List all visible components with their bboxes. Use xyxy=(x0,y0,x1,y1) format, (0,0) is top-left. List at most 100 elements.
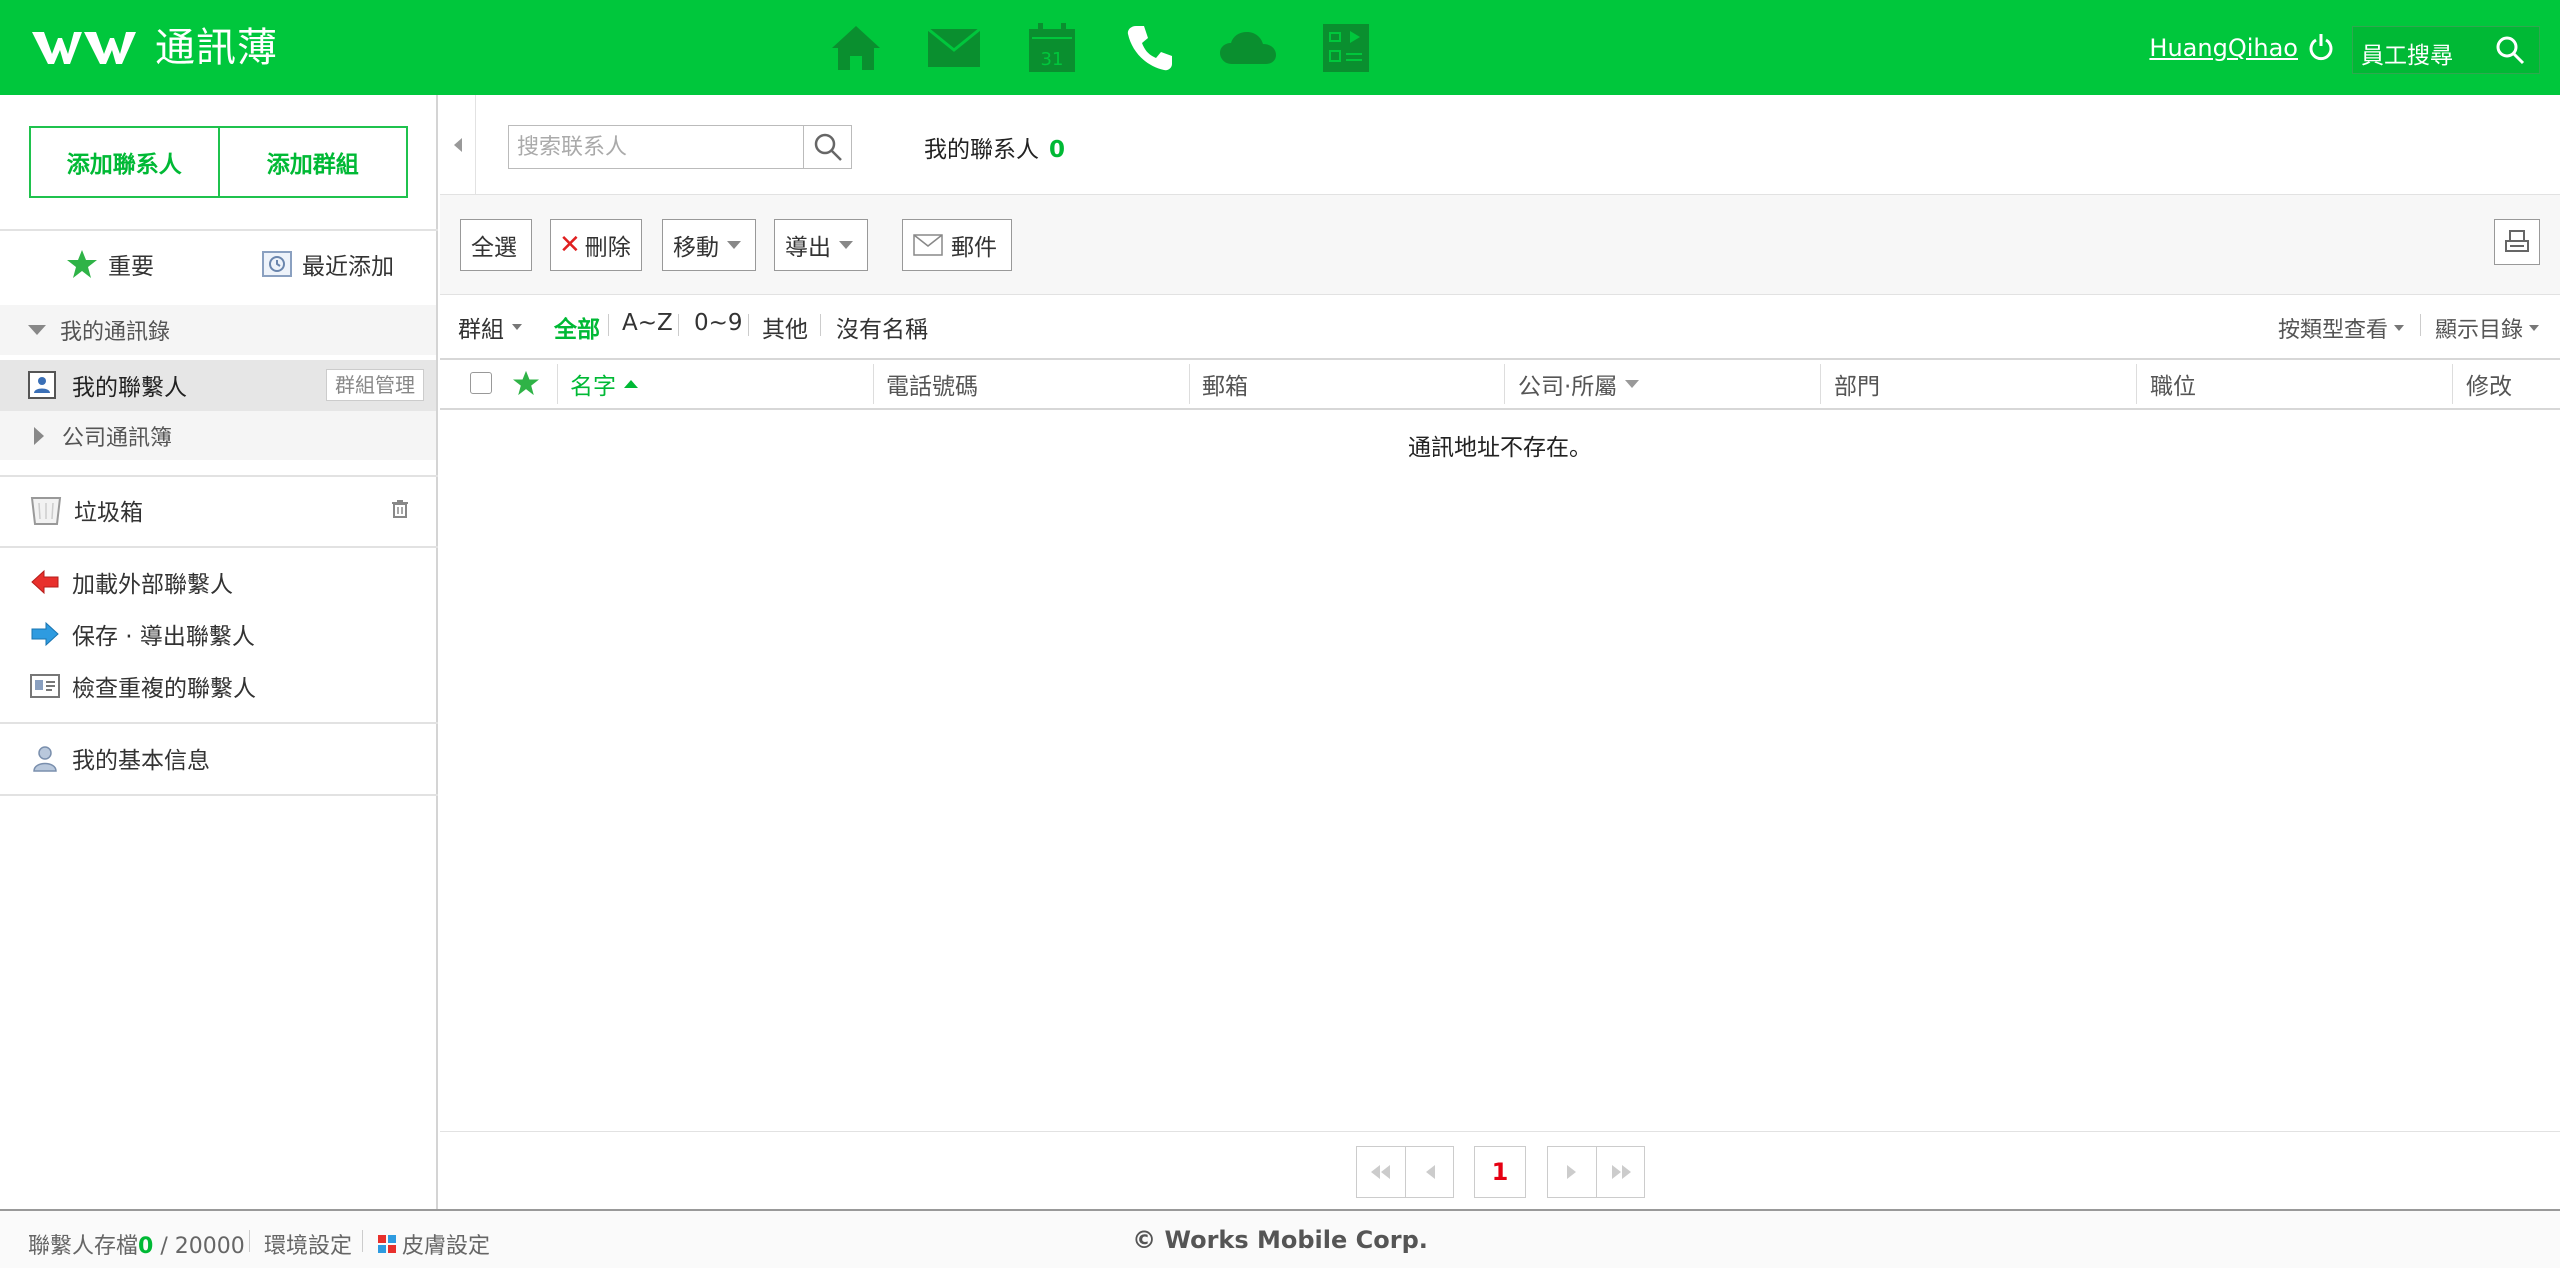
check-duplicate-contacts[interactable]: 檢查重複的聯繫人 xyxy=(30,669,256,703)
empty-trash-icon[interactable] xyxy=(390,499,410,523)
divider xyxy=(0,794,438,796)
column-separator xyxy=(1820,364,1821,404)
employee-search[interactable]: 員工搜尋 xyxy=(2352,26,2540,74)
recent-filter[interactable]: 最近添加 xyxy=(262,247,394,281)
add-contact-button[interactable]: 添加聯系人 xyxy=(31,128,220,196)
divider xyxy=(0,229,438,231)
group-filter-dropdown[interactable]: 群組 xyxy=(458,310,522,344)
user-icon xyxy=(33,746,57,772)
caret-down-icon xyxy=(727,241,741,249)
column-company-label: 公司·所屬 xyxy=(1518,374,1618,400)
column-position-header[interactable]: 職位 xyxy=(2138,360,2196,408)
table-header: 名字 電話號碼 郵箱 公司·所屬 部門 職位 修改 xyxy=(440,358,2560,410)
contact-search-input[interactable] xyxy=(509,126,804,168)
board-icon[interactable] xyxy=(1316,18,1376,78)
contact-search xyxy=(508,125,852,169)
next-page-button[interactable] xyxy=(1548,1147,1596,1197)
sidebar-item-trash[interactable]: 垃圾箱 xyxy=(30,493,143,527)
contact-card-icon xyxy=(28,371,56,399)
chevron-left-icon xyxy=(453,138,462,152)
home-icon[interactable] xyxy=(826,18,886,78)
column-company-header[interactable]: 公司·所屬 xyxy=(1506,360,1640,408)
sidebar-item-my-contacts[interactable]: 我的聯繫人 群組管理 xyxy=(0,360,436,410)
import-external-label: 加載外部聯繫人 xyxy=(72,572,233,598)
filter-az[interactable]: A~Z xyxy=(622,310,673,336)
username-link[interactable]: HuangQihao xyxy=(2149,30,2298,66)
important-label: 重要 xyxy=(108,254,154,280)
double-chevron-right-icon xyxy=(1611,1165,1631,1179)
export-dropdown[interactable]: 導出 xyxy=(774,219,868,271)
copyright: © Works Mobile Corp. xyxy=(1132,1226,1428,1254)
search-icon[interactable] xyxy=(2495,35,2527,67)
column-department-header[interactable]: 部門 xyxy=(1822,360,1880,408)
cloud-icon[interactable] xyxy=(1218,18,1278,78)
close-icon: ✕ xyxy=(559,230,581,260)
select-all-button[interactable]: 全選 xyxy=(460,219,532,271)
separator xyxy=(820,314,821,336)
filter-all[interactable]: 全部 xyxy=(554,310,600,344)
clock-icon xyxy=(262,251,292,277)
column-email-header[interactable]: 郵箱 xyxy=(1190,360,1248,408)
phone-icon[interactable] xyxy=(1120,18,1180,78)
company-book-label: 公司通訊簿 xyxy=(62,425,173,451)
chevron-down-icon xyxy=(28,325,46,335)
page-title: 我的聯系人 0 xyxy=(924,130,1065,164)
pager-next-group xyxy=(1547,1146,1645,1198)
view-by-type-dropdown[interactable]: 按類型查看 xyxy=(2278,312,2405,344)
search-icon xyxy=(814,133,842,161)
sidebar-collapse-toggle[interactable] xyxy=(440,95,476,195)
separator xyxy=(2420,314,2421,336)
current-page[interactable]: 1 xyxy=(1474,1146,1526,1198)
column-separator xyxy=(1504,364,1505,404)
filter-other[interactable]: 其他 xyxy=(762,310,808,344)
first-page-button[interactable] xyxy=(1357,1147,1405,1197)
top-header: 通訊薄 31 HuangQihao 員工搜尋 xyxy=(0,0,2560,95)
star-icon xyxy=(67,250,97,278)
star-column-icon[interactable] xyxy=(512,370,540,402)
trash-bin-icon xyxy=(30,497,62,525)
my-info-label: 我的基本信息 xyxy=(72,748,210,774)
search-button[interactable] xyxy=(803,126,851,168)
separator xyxy=(748,314,749,336)
show-columns-dropdown[interactable]: 顯示目錄 xyxy=(2435,312,2540,344)
group-manage-button[interactable]: 群組管理 xyxy=(326,369,424,401)
recent-label: 最近添加 xyxy=(302,254,394,280)
column-name-label: 名字 xyxy=(570,374,616,400)
sidebar: 添加聯系人 添加群組 重要 最近添加 我的通訊錄 我的聯繫人 群組管理 公司通訊… xyxy=(0,95,438,1210)
delete-button[interactable]: ✕ 刪除 xyxy=(550,219,642,271)
prev-page-button[interactable] xyxy=(1405,1147,1453,1197)
sort-asc-icon xyxy=(624,380,638,388)
my-address-book-header[interactable]: 我的通訊錄 xyxy=(0,305,436,355)
print-button[interactable] xyxy=(2494,219,2540,265)
important-filter[interactable]: 重要 xyxy=(66,247,154,281)
trash-label: 垃圾箱 xyxy=(74,500,143,526)
column-separator xyxy=(2452,364,2453,404)
show-columns-label: 顯示目錄 xyxy=(2435,318,2524,343)
mail-label: 郵件 xyxy=(951,235,997,261)
power-icon[interactable] xyxy=(2308,33,2338,63)
calendar-icon[interactable]: 31 xyxy=(1022,18,1082,78)
works-logo[interactable] xyxy=(32,26,136,70)
mail-button[interactable]: 郵件 xyxy=(902,219,1012,271)
move-dropdown[interactable]: 移動 xyxy=(662,219,756,271)
group-filter-label: 群組 xyxy=(458,317,504,343)
filter-bar: 群組 全部 A~Z 0~9 其他 沒有名稱 按類型查看 顯示目錄 xyxy=(440,296,2560,358)
save-export-contacts[interactable]: 保存 · 導出聯繫人 xyxy=(30,617,255,651)
add-group-button[interactable]: 添加群組 xyxy=(220,128,407,196)
print-icon xyxy=(2505,230,2529,252)
column-name-header[interactable]: 名字 xyxy=(558,360,638,408)
app-title: 通訊薄 xyxy=(155,25,278,71)
sidebar-item-my-info[interactable]: 我的基本信息 xyxy=(30,741,210,775)
filter-num[interactable]: 0~9 xyxy=(694,310,743,336)
last-page-button[interactable] xyxy=(1596,1147,1644,1197)
mail-icon[interactable] xyxy=(924,18,984,78)
add-buttons: 添加聯系人 添加群組 xyxy=(29,126,408,198)
caret-down-icon xyxy=(2394,325,2405,331)
footer: 聯繫人存檔0 / 20000 環境設定 皮膚設定 © Works Mobile … xyxy=(0,1209,2560,1268)
company-book-header[interactable]: 公司通訊簿 xyxy=(0,410,436,460)
filter-no-name[interactable]: 沒有名稱 xyxy=(836,310,928,344)
select-all-checkbox[interactable] xyxy=(470,372,492,394)
column-phone-header[interactable]: 電話號碼 xyxy=(874,360,978,408)
import-external-contacts[interactable]: 加載外部聯繫人 xyxy=(30,565,233,599)
export-label: 導出 xyxy=(785,235,831,261)
